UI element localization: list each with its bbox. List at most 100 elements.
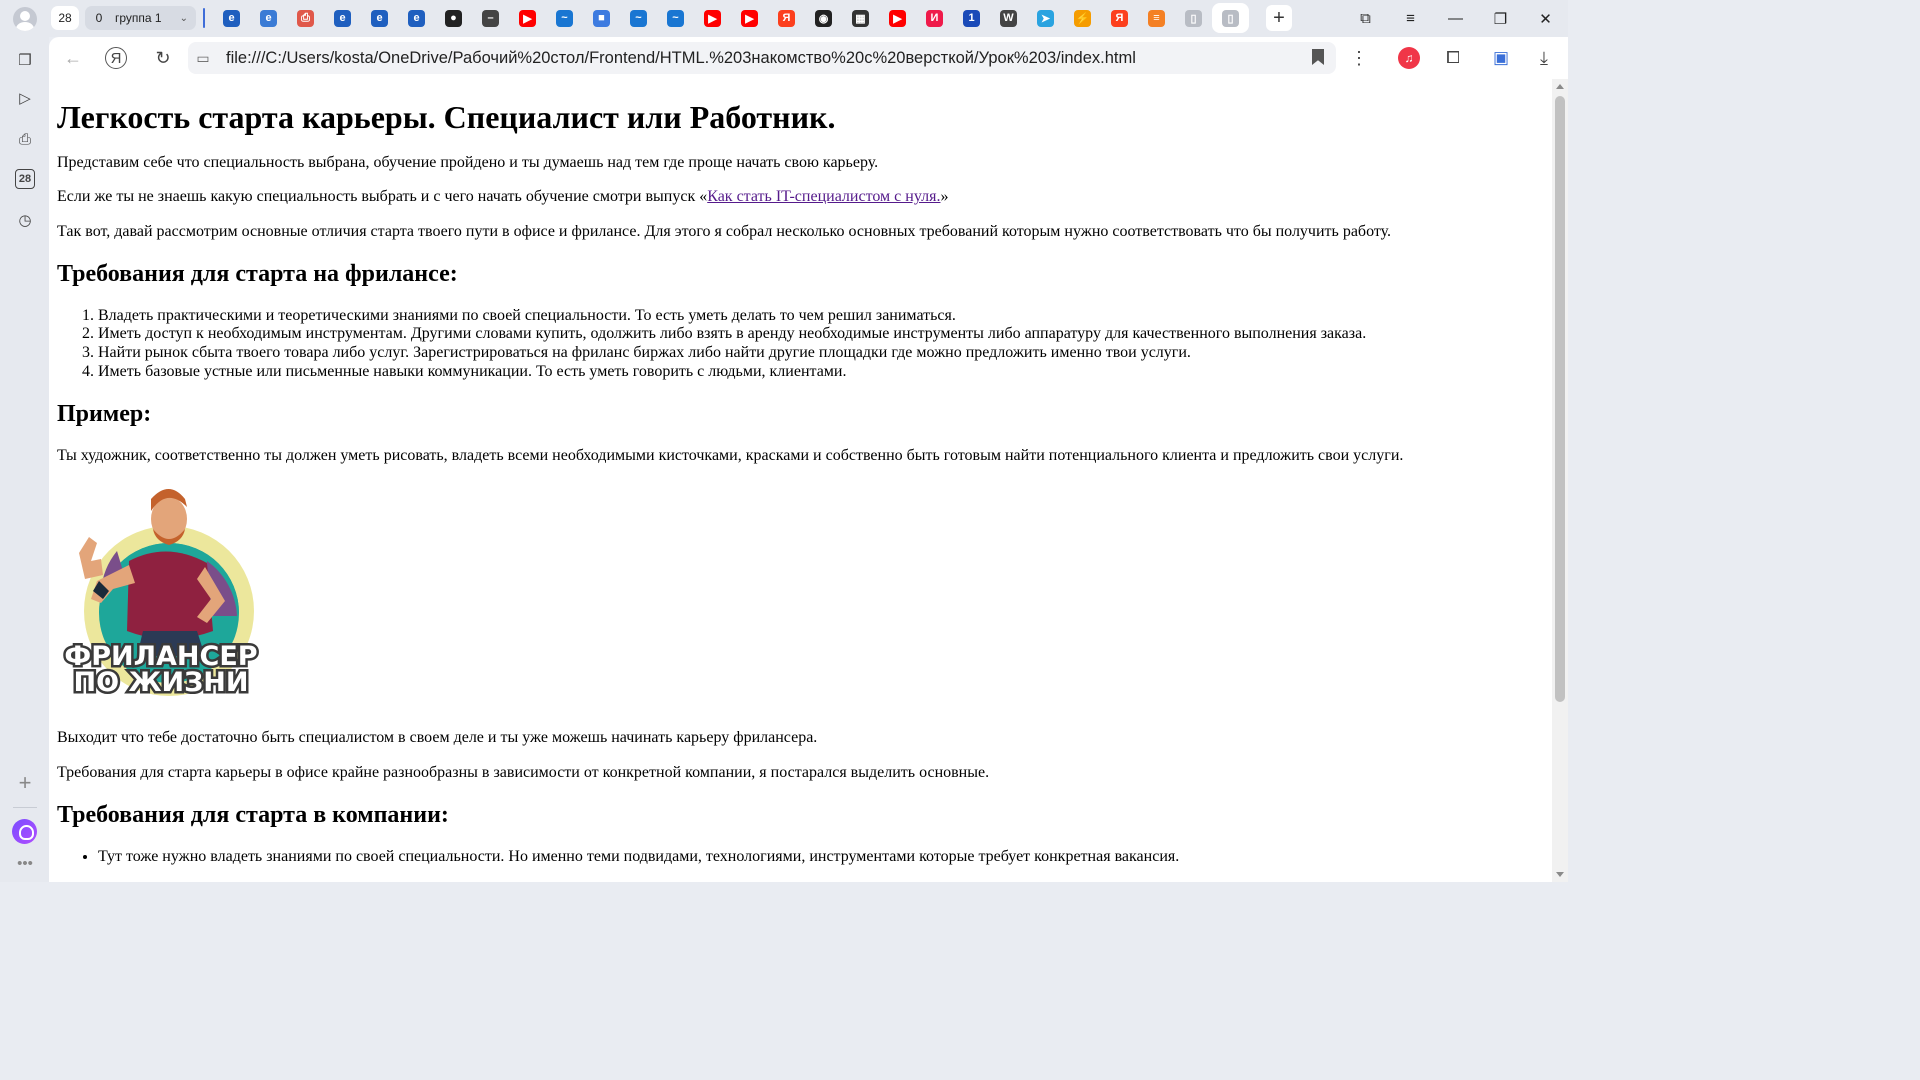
extension-icon[interactable]: ▣: [1488, 45, 1514, 71]
group-separator: [203, 8, 205, 28]
feather-icon: ~: [630, 9, 647, 27]
pinned-tab[interactable]: ■: [583, 6, 620, 30]
stack-icon: ≡: [1148, 9, 1165, 27]
pinned-tab[interactable]: ≡: [1138, 6, 1175, 30]
pinned-tab[interactable]: e: [250, 6, 287, 30]
pinned-tab[interactable]: Я: [768, 6, 805, 30]
play-icon[interactable]: ▷: [12, 85, 38, 111]
list-item: Владеть практическими и теоретическими з…: [98, 307, 1544, 326]
scroll-up-icon[interactable]: [1556, 84, 1564, 89]
tab-collections-icon[interactable]: ⧉: [1343, 0, 1388, 37]
tab-count-button[interactable]: 28: [51, 6, 79, 30]
pinned-tab[interactable]: ⎙: [287, 6, 324, 30]
page-scrollbar[interactable]: [1552, 79, 1568, 882]
intro-text-after: »: [940, 188, 949, 206]
pinned-tab[interactable]: ●: [435, 6, 472, 30]
new-tab-button[interactable]: +: [1266, 5, 1292, 31]
pinned-tab[interactable]: ▶: [509, 6, 546, 30]
group-count: 0: [95, 11, 103, 25]
restore-button[interactable]: ❐: [1478, 0, 1523, 37]
list-item: Тут тоже нужно владеть знаниями по своей…: [98, 848, 1544, 867]
camera-icon[interactable]: ⎙: [12, 126, 38, 152]
browser-toolbar: ← Я ↻ ▭ file:///C:/Users/kosta/OneDrive/…: [49, 37, 1568, 79]
download-icon[interactable]: ⤓: [1531, 45, 1557, 71]
reader-icon[interactable]: ⧠: [1440, 45, 1466, 71]
pinned-tab[interactable]: ▯: [1212, 3, 1249, 33]
minimize-button[interactable]: —: [1433, 0, 1478, 37]
pinned-tab[interactable]: ▶: [879, 6, 916, 30]
pinned-tab[interactable]: И: [916, 6, 953, 30]
ie-icon: e: [260, 9, 277, 27]
scrollbar-thumb[interactable]: [1555, 96, 1565, 702]
pinned-tab[interactable]: e: [398, 6, 435, 30]
pinned-tab[interactable]: ▯: [1175, 6, 1212, 30]
pinned-tab[interactable]: ▶: [731, 6, 768, 30]
pinned-tab[interactable]: ▶: [694, 6, 731, 30]
pinned-tab[interactable]: ⚡: [1064, 6, 1101, 30]
address-bar[interactable]: ▭ file:///C:/Users/kosta/OneDrive/Рабочи…: [188, 42, 1336, 74]
pinned-tab[interactable]: –: [472, 6, 509, 30]
page-title: Легкость старта карьеры. Специалист или …: [57, 99, 836, 135]
youtube-icon: ▶: [741, 9, 758, 27]
conclusion-paragraph: Выходит что тебе достаточно быть специал…: [57, 729, 818, 747]
youtube-icon: ▶: [704, 9, 721, 27]
freelancer-logo-image: ФРИЛАНСЕР ПО ЖИЗНИ: [62, 489, 260, 701]
group-name: группа 1: [115, 11, 162, 25]
address-url[interactable]: file:///C:/Users/kosta/OneDrive/Рабочий%…: [226, 49, 1136, 68]
youtube-icon: ▶: [889, 9, 906, 27]
back-icon[interactable]: ←: [60, 45, 86, 71]
alice-assistant-icon[interactable]: [12, 819, 37, 844]
menu-icon[interactable]: ≡: [1388, 0, 1433, 37]
scroll-down-icon[interactable]: [1556, 872, 1564, 877]
bookmark-icon[interactable]: [1312, 49, 1324, 65]
pinned-tab[interactable]: ▦: [842, 6, 879, 30]
profile-button[interactable]: [0, 0, 50, 37]
freelance-list: Владеть практическими и теоретическими з…: [98, 307, 1544, 382]
feather-icon: ~: [667, 9, 684, 27]
file-icon: ▯: [1185, 9, 1202, 27]
pinned-tab[interactable]: Я: [1101, 6, 1138, 30]
feather-icon: ~: [556, 9, 573, 27]
tab-strip: 28 0 группа 1 ⌄ e e ⎙ e e e ● – ▶ ~ ■ ~ ~ ▶ ▶ Я ◉ ▦ ▶ И 1 W ➤ ⚡…: [0, 0, 1568, 37]
more-icon[interactable]: •••: [12, 850, 38, 876]
pinned-tab[interactable]: ◉: [805, 6, 842, 30]
calendar-icon[interactable]: 28: [15, 169, 35, 189]
company-heading: Требования для старта в компании:: [57, 802, 449, 829]
history-icon[interactable]: ◷: [12, 207, 38, 233]
intro-paragraph-3: Так вот, давай рассмотрим основные отлич…: [57, 222, 1392, 240]
collections-icon[interactable]: ❒: [12, 47, 38, 73]
example-paragraph: Ты художник, соответственно ты должен ум…: [57, 447, 1404, 465]
pinned-tab[interactable]: e: [324, 6, 361, 30]
close-button[interactable]: ✕: [1523, 0, 1568, 37]
pinned-tab[interactable]: ~: [546, 6, 583, 30]
intro-paragraph-1: Представим себе что специальность выбран…: [57, 153, 879, 171]
pinned-tab[interactable]: e: [213, 6, 250, 30]
chevron-down-icon: ⌄: [179, 12, 188, 24]
yandex-home-icon[interactable]: Я: [105, 47, 127, 69]
telegram-icon: ➤: [1037, 9, 1054, 27]
add-panel-icon[interactable]: +: [12, 770, 38, 796]
intro-paragraph-2: Если же ты не знаешь какую специальность…: [57, 188, 1544, 206]
pinned-tabs: e e ⎙ e e e ● – ▶ ~ ■ ~ ~ ▶ ▶ Я ◉ ▦ ▶ И 1 W ➤ ⚡ Я ≡ ▯ ▯: [213, 3, 1249, 33]
pdf-icon: ⎙: [297, 9, 314, 27]
wikipedia-icon: W: [1000, 9, 1017, 27]
tab-group[interactable]: 0 группа 1 ⌄: [85, 6, 196, 30]
power-icon: ◉: [815, 9, 832, 27]
avatar-icon: [13, 6, 37, 31]
reload-icon[interactable]: ↻: [150, 45, 176, 71]
pinned-tab[interactable]: 1: [953, 6, 990, 30]
window-controls: ⧉ ≡ — ❐ ✕: [1343, 0, 1568, 37]
yandex-music-icon: И: [926, 9, 943, 27]
pinned-tab[interactable]: e: [361, 6, 398, 30]
pinned-tab[interactable]: W: [990, 6, 1027, 30]
logo-line2: ПО ЖИЗНИ: [74, 667, 249, 698]
pinned-tab[interactable]: ~: [657, 6, 694, 30]
intro-text-before: Если же ты не знаешь какую специальность…: [57, 188, 708, 206]
video-link[interactable]: Как стать IT-специалистом с нуля.: [707, 188, 940, 205]
pinned-tab[interactable]: ➤: [1027, 6, 1064, 30]
pinned-tab[interactable]: ~: [620, 6, 657, 30]
music-icon[interactable]: ♫: [1396, 45, 1422, 71]
more-vertical-icon[interactable]: ⋮: [1346, 45, 1372, 71]
file-icon: ▯: [1222, 9, 1239, 27]
sidebar-divider: [13, 807, 37, 808]
